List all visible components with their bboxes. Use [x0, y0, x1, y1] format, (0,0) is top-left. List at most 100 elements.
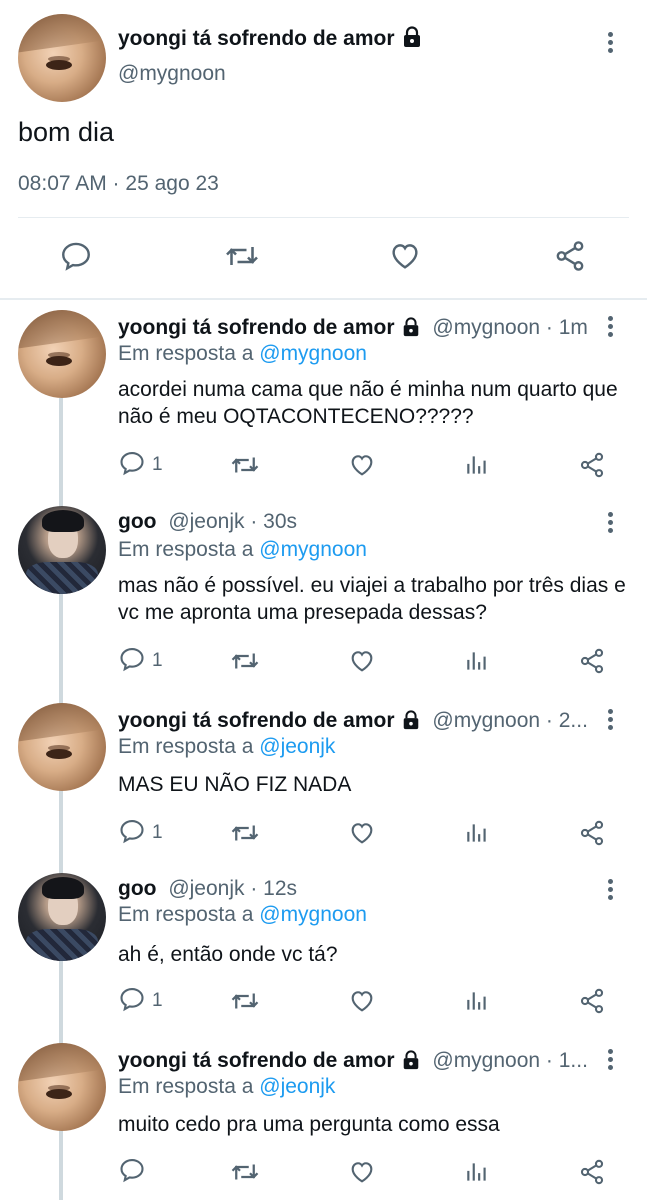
more-options-icon[interactable]: [601, 314, 621, 340]
like-icon[interactable]: [348, 818, 376, 848]
author-name-row[interactable]: yoongi tá sofrendo de amor: [118, 26, 423, 53]
reply-tweet: yoongi tá sofrendo de amor @mygnoon · 1.…: [0, 1043, 647, 1200]
retweet-icon[interactable]: [230, 818, 260, 848]
tweet-actions: [0, 236, 647, 282]
more-options-icon[interactable]: [601, 877, 621, 903]
views-icon[interactable]: [464, 1157, 490, 1187]
avatar[interactable]: [18, 506, 106, 594]
lock-icon: [401, 710, 421, 736]
handle-and-time: @jeonjk · 12s: [168, 877, 298, 900]
reply-text: mas não é possível. eu viajei a trabalho…: [118, 574, 626, 624]
reply-actions: 1: [118, 450, 618, 480]
reply-context: Em resposta a @jeonjk: [118, 735, 335, 759]
reply-button[interactable]: 1: [118, 450, 163, 480]
display-name[interactable]: yoongi tá sofrendo de amor: [118, 316, 395, 339]
reply-actions: [118, 1157, 618, 1187]
reply-prefix: Em resposta a: [118, 342, 254, 365]
reply-prefix: Em resposta a: [118, 903, 254, 926]
views-icon[interactable]: [464, 646, 490, 676]
reply-icon: [118, 645, 146, 678]
more-options-icon[interactable]: [601, 510, 621, 536]
more-options-icon[interactable]: [601, 1047, 621, 1073]
mention-link[interactable]: @mygnoon: [259, 903, 367, 926]
share-icon[interactable]: [578, 450, 606, 480]
reply-tweet: yoongi tá sofrendo de amor @mygnoon · 1m…: [0, 310, 647, 496]
share-icon[interactable]: [578, 986, 606, 1016]
more-options-icon[interactable]: [601, 707, 621, 733]
reply-tweet: goo @jeonjk · 12s Em resposta a @mygnoon…: [0, 873, 647, 1033]
reply-button[interactable]: 1: [118, 818, 163, 848]
avatar[interactable]: [18, 310, 106, 398]
retweet-icon[interactable]: [230, 450, 260, 480]
reply-header[interactable]: goo @jeonjk · 30s: [118, 510, 608, 534]
reply-icon[interactable]: [56, 236, 96, 276]
reply-actions: 1: [118, 646, 618, 676]
like-icon[interactable]: [348, 646, 376, 676]
reply-text: MAS EU NÃO FIZ NADA: [118, 773, 352, 796]
main-tweet: yoongi tá sofrendo de amor @mygnoon bom …: [0, 0, 647, 300]
share-icon[interactable]: [578, 818, 606, 848]
lock-icon: [401, 1050, 421, 1076]
author-handle[interactable]: @mygnoon: [118, 62, 226, 86]
reply-context: Em resposta a @mygnoon: [118, 342, 367, 366]
mention-link[interactable]: @jeonjk: [259, 1075, 335, 1098]
reply-button[interactable]: 1: [118, 646, 163, 676]
like-icon[interactable]: [348, 450, 376, 480]
reply-header[interactable]: yoongi tá sofrendo de amor @mygnoon · 1m: [118, 316, 608, 343]
handle-and-time: @mygnoon · 2...: [432, 709, 588, 732]
display-name[interactable]: goo: [118, 877, 156, 900]
retweet-icon[interactable]: [230, 646, 260, 676]
share-icon[interactable]: [550, 236, 590, 276]
retweet-icon[interactable]: [230, 1157, 260, 1187]
handle-and-time: @jeonjk · 30s: [168, 510, 298, 533]
reply-text: muito cedo pra uma pergunta como essa: [118, 1113, 500, 1136]
avatar[interactable]: [18, 14, 106, 102]
display-name[interactable]: yoongi tá sofrendo de amor: [118, 709, 395, 732]
reply-context: Em resposta a @mygnoon: [118, 538, 367, 562]
reply-tweet: goo @jeonjk · 30s Em resposta a @mygnoon…: [0, 506, 647, 692]
reply-text: acordei numa cama que não é minha num qu…: [118, 378, 618, 428]
reply-actions: 1: [118, 986, 618, 1016]
reply-tweet: yoongi tá sofrendo de amor @mygnoon · 2.…: [0, 703, 647, 863]
reply-count: 1: [152, 454, 163, 475]
views-icon[interactable]: [464, 450, 490, 480]
lock-icon: [401, 317, 421, 343]
reply-prefix: Em resposta a: [118, 1075, 254, 1098]
tweet-text: bom dia: [18, 117, 115, 147]
mention-link[interactable]: @mygnoon: [259, 342, 367, 365]
retweet-icon[interactable]: [230, 986, 260, 1016]
views-icon[interactable]: [464, 818, 490, 848]
share-icon[interactable]: [578, 1157, 606, 1187]
reply-header[interactable]: goo @jeonjk · 12s: [118, 877, 608, 901]
mention-link[interactable]: @mygnoon: [259, 538, 367, 561]
handle-and-time: @mygnoon · 1...: [432, 1049, 588, 1072]
reply-header[interactable]: yoongi tá sofrendo de amor @mygnoon · 2.…: [118, 709, 608, 736]
display-name[interactable]: yoongi tá sofrendo de amor: [118, 27, 395, 50]
like-icon[interactable]: [385, 236, 425, 276]
avatar[interactable]: [18, 703, 106, 791]
tweet-timestamp[interactable]: 08:07 AM · 25 ago 23: [18, 172, 219, 196]
avatar[interactable]: [18, 1043, 106, 1131]
views-icon[interactable]: [464, 986, 490, 1016]
display-name[interactable]: yoongi tá sofrendo de amor: [118, 1049, 395, 1072]
reply-actions: 1: [118, 818, 618, 848]
reply-button[interactable]: 1: [118, 986, 163, 1016]
reply-button[interactable]: [118, 1157, 152, 1187]
reply-text: ah é, então onde vc tá?: [118, 943, 338, 966]
reply-prefix: Em resposta a: [118, 538, 254, 561]
share-icon[interactable]: [578, 646, 606, 676]
avatar[interactable]: [18, 873, 106, 961]
more-options-icon[interactable]: [601, 30, 621, 56]
like-icon[interactable]: [348, 986, 376, 1016]
divider: [18, 217, 629, 218]
handle-and-time: @mygnoon · 1m: [432, 316, 588, 339]
reply-header[interactable]: yoongi tá sofrendo de amor @mygnoon · 1.…: [118, 1049, 608, 1076]
like-icon[interactable]: [348, 1157, 376, 1187]
reply-count: 1: [152, 822, 163, 843]
retweet-icon[interactable]: [222, 236, 262, 276]
reply-count: 1: [152, 650, 163, 671]
mention-link[interactable]: @jeonjk: [259, 735, 335, 758]
reply-icon: [118, 985, 146, 1018]
section-divider: [0, 298, 647, 300]
display-name[interactable]: goo: [118, 510, 156, 533]
